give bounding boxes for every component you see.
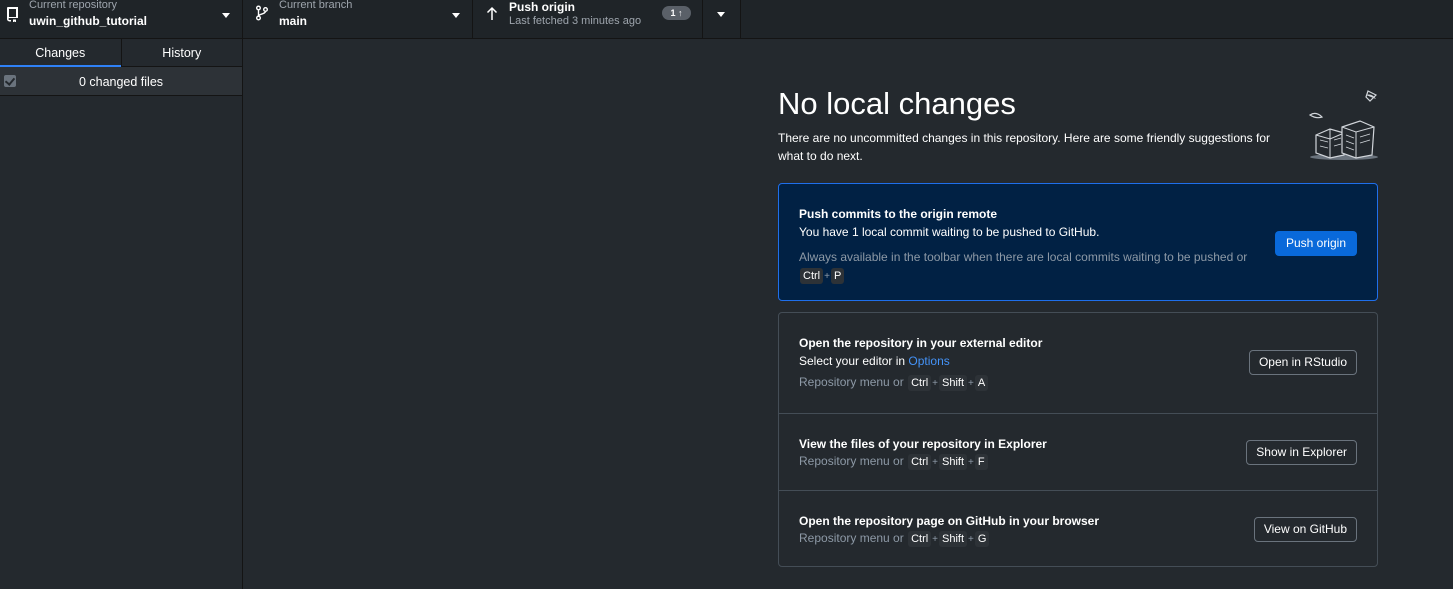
open-editor-description: Select your editor in Options: [799, 354, 950, 368]
last-fetched: Last fetched 3 minutes ago: [509, 15, 642, 27]
key-shift: Shift: [939, 531, 968, 547]
key-separator: +: [932, 378, 939, 389]
key-ctrl: Ctrl: [908, 375, 932, 391]
key-separator: +: [932, 534, 939, 545]
view-on-github-button[interactable]: View on GitHub: [1253, 517, 1357, 542]
open-editor-desc-text: Select your editor in: [799, 354, 909, 368]
sidebar: Changes History 0 changed files: [0, 39, 243, 589]
ahead-count-badge: 1 ↑: [662, 6, 691, 20]
push-commits-card: Push commits to the origin remote You ha…: [778, 183, 1378, 301]
hint-text: Repository menu or: [799, 531, 904, 545]
open-editor-title: Open the repository in your external edi…: [799, 336, 1043, 350]
options-link[interactable]: Options: [908, 354, 949, 368]
branch-name: main: [279, 14, 308, 28]
chevron-down-icon: [222, 13, 230, 18]
key-f: F: [974, 454, 988, 470]
view-github-hint: Repository menu or Ctrl + Shift + G: [799, 531, 990, 547]
show-explorer-title: View the files of your repository in Exp…: [799, 437, 1047, 451]
chevron-down-icon: [452, 13, 460, 18]
push-title: Push origin: [509, 0, 575, 14]
key-ctrl: Ctrl: [800, 268, 824, 284]
list-item-show-explorer: View the files of your repository in Exp…: [779, 413, 1377, 490]
view-github-title: Open the repository page on GitHub in yo…: [799, 514, 1100, 528]
key-a: A: [974, 375, 989, 391]
key-ctrl: Ctrl: [908, 531, 932, 547]
key-separator: +: [968, 457, 974, 468]
key-separator: +: [932, 457, 939, 468]
open-editor-hint: Repository menu or Ctrl + Shift + A: [799, 375, 989, 391]
current-branch-dropdown[interactable]: Current branch main: [243, 0, 473, 38]
toolbar: Current repository uwin_github_tutorial …: [0, 0, 1453, 39]
changed-files-count: 0 changed files: [78, 75, 164, 89]
key-ctrl: Ctrl: [908, 454, 932, 470]
push-card-title: Push commits to the origin remote: [799, 207, 998, 221]
push-hint-text: Always available in the toolbar when the…: [799, 250, 1248, 264]
push-origin-action-button[interactable]: Push origin: [1274, 231, 1357, 256]
branch-label: Current branch: [279, 0, 353, 11]
arrow-up-icon: [485, 6, 499, 22]
page-title: No local changes: [778, 86, 1016, 121]
list-item-view-github: Open the repository page on GitHub in yo…: [779, 490, 1377, 567]
show-in-explorer-button[interactable]: Show in Explorer: [1246, 440, 1357, 465]
branch-icon: [255, 5, 269, 21]
key-separator: +: [968, 534, 974, 545]
hint-text: Repository menu or: [799, 375, 904, 389]
show-explorer-hint: Repository menu or Ctrl + Shift + F: [799, 454, 989, 470]
key-shift: Shift: [939, 375, 968, 391]
list-item-open-editor: Open the repository in your external edi…: [779, 313, 1377, 413]
key-separator: +: [824, 271, 830, 282]
sidebar-tabs: Changes History: [0, 39, 242, 67]
hint-text: Repository menu or: [799, 454, 904, 468]
tab-history[interactable]: History: [120, 39, 243, 66]
key-p: P: [830, 268, 845, 284]
changes-header: 0 changed files: [0, 67, 242, 96]
current-repository-dropdown[interactable]: Current repository uwin_github_tutorial: [0, 0, 243, 38]
page-subtitle: There are no uncommitted changes in this…: [778, 131, 1271, 163]
push-more-dropdown[interactable]: [703, 0, 741, 38]
push-card-hint: Always available in the toolbar when the…: [799, 248, 1269, 286]
key-g: G: [974, 531, 990, 547]
empty-state-illustration: [1306, 85, 1380, 165]
repo-name: uwin_github_tutorial: [29, 14, 147, 28]
key-shift: Shift: [939, 454, 968, 470]
tab-changes[interactable]: Changes: [0, 39, 121, 67]
key-separator: +: [968, 378, 974, 389]
open-in-editor-button[interactable]: Open in RStudio: [1248, 350, 1357, 375]
repo-icon: [6, 6, 20, 23]
push-card-description: You have 1 local commit waiting to be pu…: [799, 225, 1100, 239]
chevron-down-icon: [717, 12, 725, 17]
suggestions-card: Open the repository in your external edi…: [778, 312, 1378, 567]
repo-label: Current repository: [29, 0, 118, 11]
